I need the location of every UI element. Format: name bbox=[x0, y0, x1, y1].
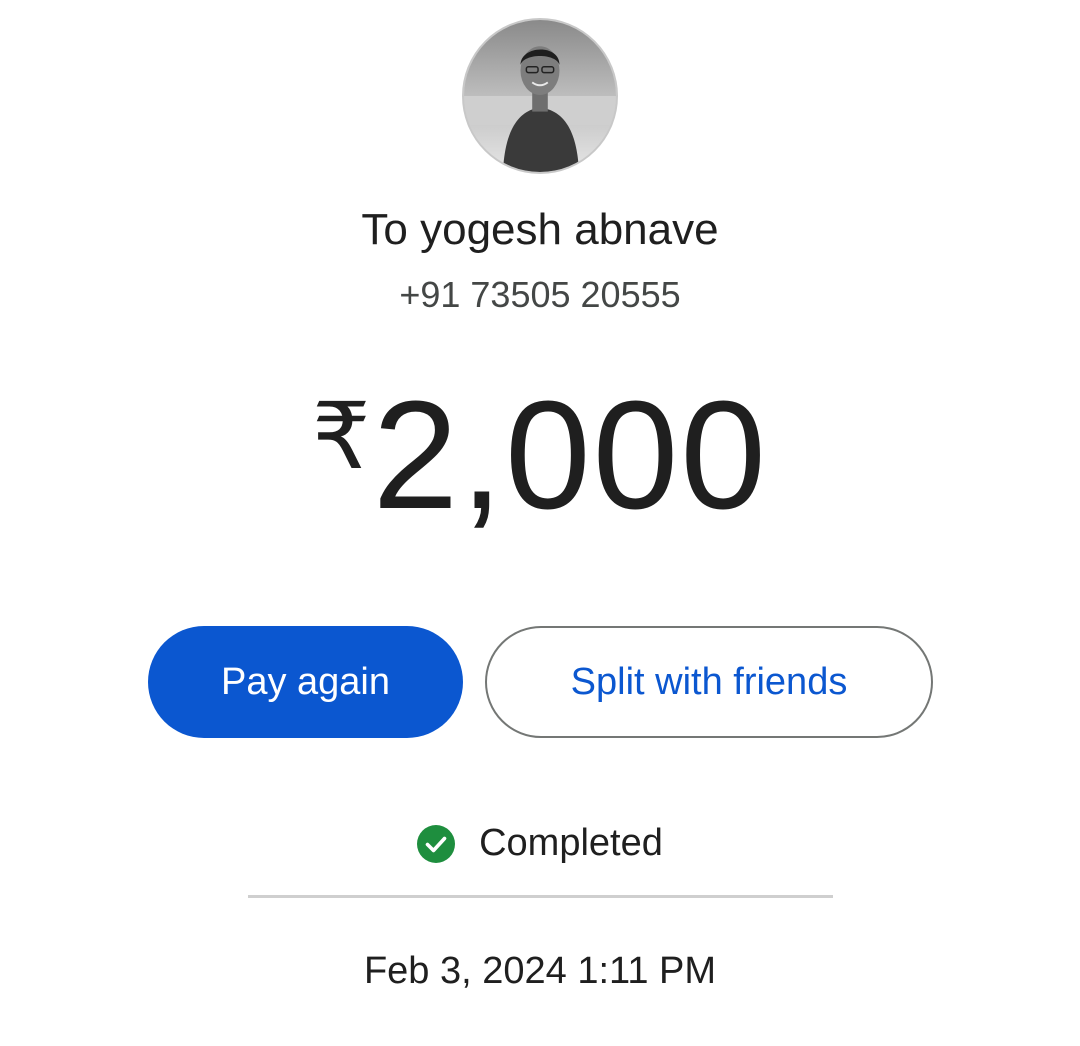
status-text: Completed bbox=[479, 822, 663, 864]
amount-value: 2,000 bbox=[372, 369, 768, 541]
currency-symbol: ₹ bbox=[312, 386, 371, 488]
check-circle-icon bbox=[417, 824, 456, 863]
recipient-phone: +91 73505 20555 bbox=[399, 274, 681, 315]
pay-again-button[interactable]: Pay again bbox=[148, 626, 463, 738]
profile-photo bbox=[464, 20, 616, 172]
split-with-friends-button[interactable]: Split with friends bbox=[485, 626, 933, 738]
transaction-timestamp: Feb 3, 2024 1:11 PM bbox=[363, 950, 717, 992]
avatar bbox=[462, 18, 618, 174]
payment-status: Completed bbox=[0, 822, 1080, 865]
payment-amount: ₹2,000 bbox=[0, 378, 1080, 532]
divider bbox=[248, 895, 833, 898]
recipient-name: To yogesh abnave bbox=[361, 205, 719, 254]
